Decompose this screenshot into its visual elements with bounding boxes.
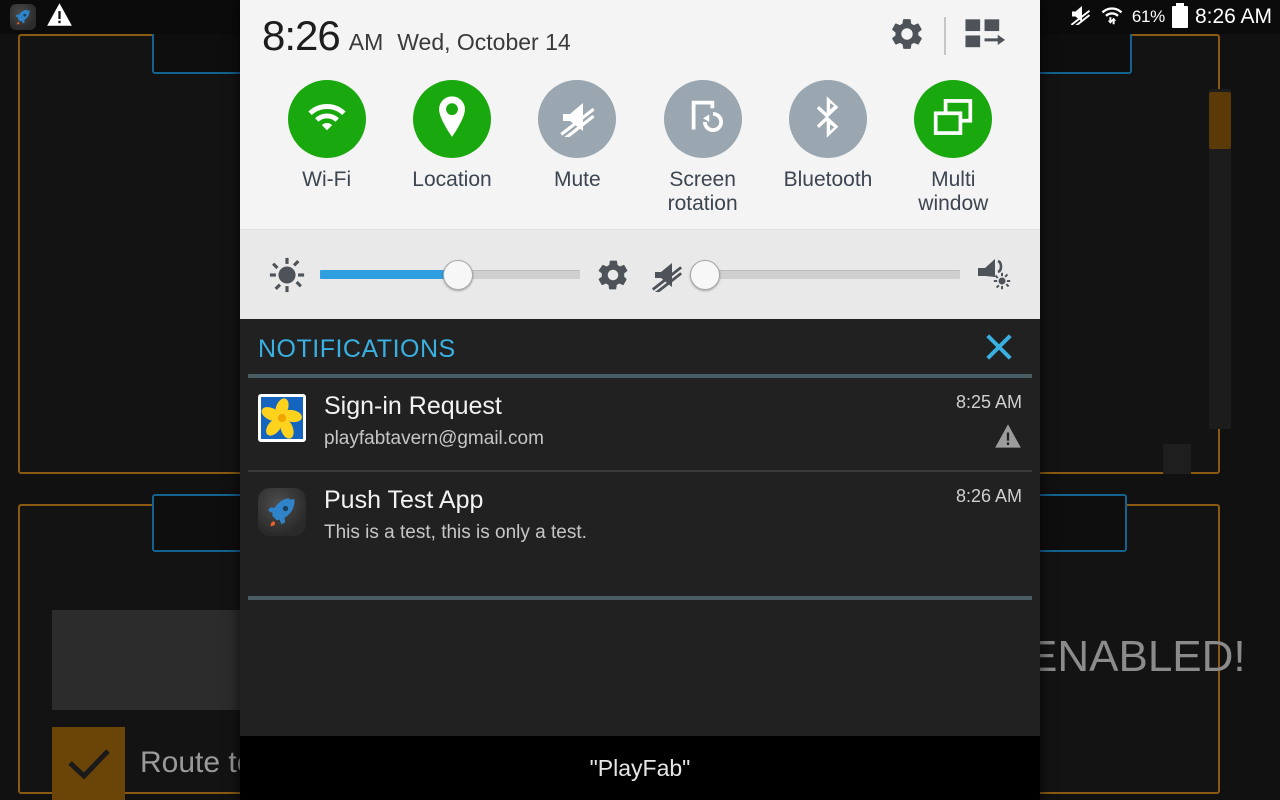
notification-shade: 8:26 AM Wed, October 14 Wi-Fi Location M… — [240, 0, 1040, 800]
mute-icon — [1068, 3, 1092, 31]
battery-percent: 61% — [1131, 7, 1165, 26]
volume-knob[interactable] — [690, 259, 721, 290]
rocket-app-icon — [10, 4, 36, 30]
notification-text: Push Test App This is a test, this is on… — [324, 486, 920, 544]
toggle-location[interactable]: Location — [389, 80, 514, 215]
bg-route-checkbox-label: Route to — [140, 746, 254, 779]
shade-clock[interactable]: 8:26 AM Wed, October 14 — [262, 12, 571, 60]
bluetooth-icon — [813, 95, 843, 144]
toggle-wifi[interactable]: Wi-Fi — [264, 80, 389, 215]
gear-icon — [888, 15, 926, 58]
volume-settings-icon[interactable] — [966, 256, 1020, 294]
toggle-mute-label: Mute — [553, 168, 601, 191]
notification-title: Sign-in Request — [324, 392, 502, 421]
screen-rotation-icon — [683, 97, 723, 142]
notification-meta: 8:26 AM — [932, 486, 1022, 507]
toggle-bluetooth[interactable]: Bluetooth — [765, 80, 890, 215]
notification-subtitle: This is a test, this is only a test. — [324, 521, 587, 543]
brightness-knob[interactable] — [442, 259, 473, 290]
toggle-multi-window-label: Multi window — [918, 168, 989, 215]
notification-item[interactable]: Sign-in Request playfabtavern@gmail.com … — [240, 378, 1040, 470]
location-pin-icon — [435, 95, 469, 144]
notifications-title: NOTIFICATIONS — [258, 334, 456, 363]
toggle-wifi-label: Wi-Fi — [302, 168, 352, 191]
toggle-screen-rotation[interactable]: Screen rotation — [640, 80, 765, 215]
flower-photos-icon — [258, 394, 306, 443]
multi-window-icon — [932, 97, 974, 142]
grid-swap-icon — [964, 16, 1008, 57]
brightness-fill — [320, 270, 458, 280]
quick-settings-toggles: Wi-Fi Location Mute Screen rotation Blue… — [240, 72, 1040, 230]
notification-text: Sign-in Request playfabtavern@gmail.com — [324, 392, 920, 450]
quick-settings-sliders — [240, 229, 1040, 320]
header-divider — [944, 17, 946, 55]
bg-enabled-text: ENABLED! — [1028, 632, 1246, 681]
toggle-location-label: Location — [412, 168, 492, 191]
check-icon — [67, 748, 110, 780]
shade-header: 8:26 AM Wed, October 14 — [240, 0, 1040, 72]
brightness-slider-group — [260, 256, 640, 294]
quick-settings-toggle-button[interactable] — [950, 10, 1022, 63]
toggle-screen-rotation-label: Screen rotation — [667, 168, 738, 215]
bg-route-checkbox[interactable] — [52, 727, 125, 800]
toggle-bluetooth-circle — [788, 80, 867, 158]
toggle-mute[interactable]: Mute — [515, 80, 640, 215]
brightness-slider[interactable] — [320, 258, 580, 292]
status-bar-right-icons: 61% 8:26 AM — [1068, 0, 1280, 34]
mute-icon[interactable] — [640, 258, 694, 292]
close-x-icon — [986, 334, 1012, 360]
mute-icon — [555, 97, 599, 143]
bg-scrollbar-thumb[interactable] — [1209, 92, 1231, 149]
notifications-header: NOTIFICATIONS — [240, 324, 1040, 374]
volume-slider[interactable] — [690, 258, 960, 292]
volume-slider-group — [640, 256, 1020, 294]
shade-clock-ampm: AM — [348, 29, 384, 55]
toast-text: "PlayFab" — [589, 754, 691, 781]
volume-rail — [700, 270, 960, 280]
toggle-wifi-circle — [287, 80, 366, 158]
toggle-mute-circle — [538, 80, 617, 158]
toggle-multi-window[interactable]: Multi window — [891, 80, 1016, 215]
shade-date: Wed, October 14 — [397, 29, 571, 55]
rocket-app-icon — [258, 488, 306, 537]
toggle-screen-rotation-circle — [663, 80, 742, 158]
brightness-low-icon[interactable] — [260, 256, 314, 294]
notification-time: 8:26 AM — [955, 486, 1022, 507]
status-bar-left-icons — [0, 2, 73, 32]
toggle-location-circle — [412, 80, 491, 158]
wifi-icon — [1099, 2, 1125, 32]
wifi-icon — [304, 100, 350, 139]
notification-item[interactable]: Push Test App This is a test, this is on… — [240, 472, 1040, 560]
status-bar-clock: 8:26 AM — [1194, 5, 1272, 28]
toast: "PlayFab" — [240, 736, 1040, 800]
notification-time: 8:25 AM — [955, 392, 1022, 413]
notification-title: Push Test App — [324, 486, 484, 515]
warning-triangle-icon — [46, 2, 73, 32]
warning-triangle-icon — [994, 423, 1022, 454]
screen: Reg Route to ENABLED! — [0, 0, 1280, 800]
toggle-multi-window-circle — [914, 80, 993, 158]
notification-meta: 8:25 AM — [932, 392, 1022, 454]
bg-small-square — [1163, 444, 1191, 474]
battery-icon — [1171, 3, 1188, 28]
notifications-section: NOTIFICATIONS Sign-in Request playfabtav… — [240, 319, 1040, 800]
notification-subtitle: playfabtavern@gmail.com — [324, 427, 544, 449]
header-actions — [874, 9, 1022, 64]
brightness-auto-gear-icon[interactable] — [586, 257, 640, 293]
settings-button[interactable] — [874, 9, 940, 64]
shade-clock-time: 8:26 — [262, 12, 341, 59]
clear-all-notifications-button[interactable] — [974, 328, 1024, 371]
toggle-bluetooth-label: Bluetooth — [783, 168, 873, 191]
